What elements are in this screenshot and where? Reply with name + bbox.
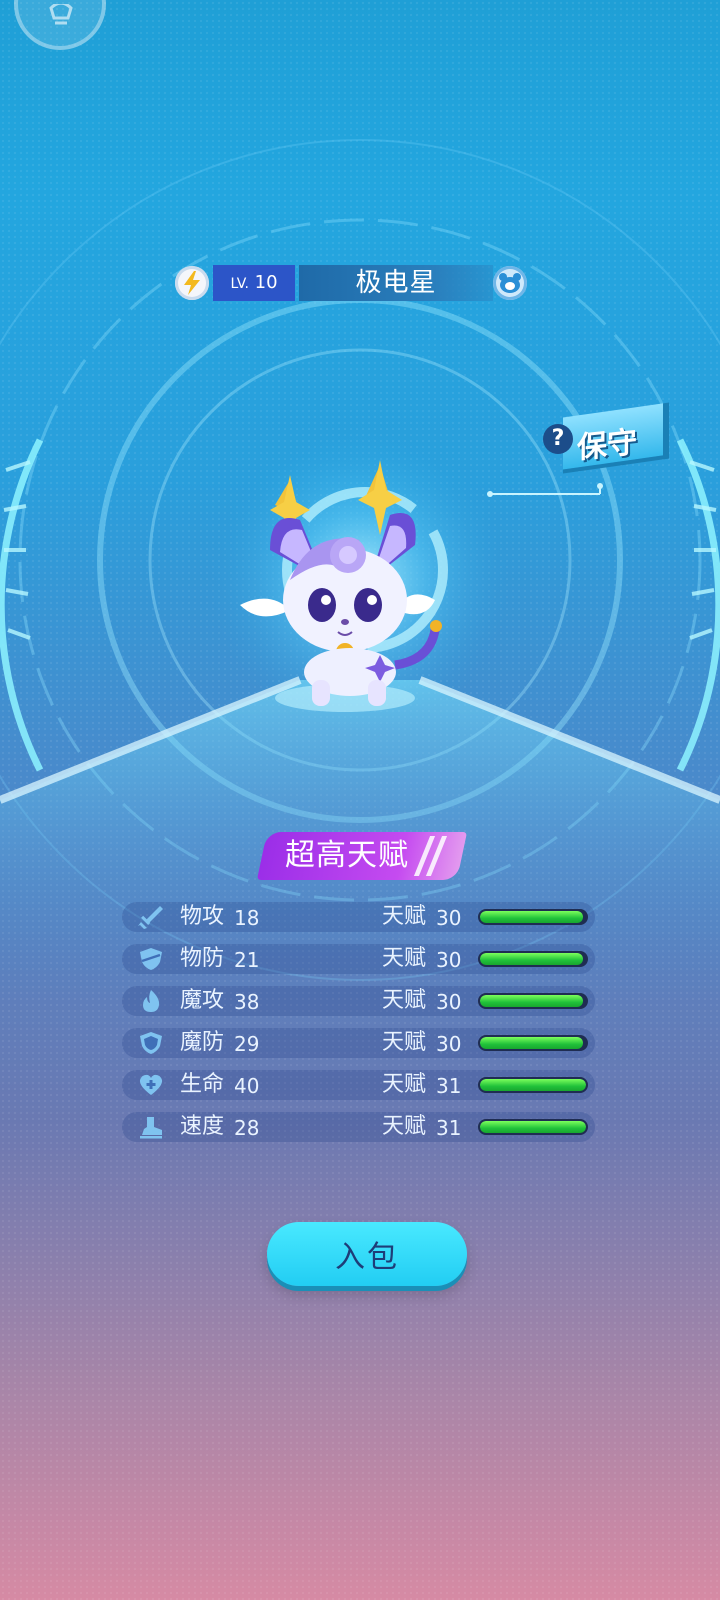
- pet-info-icon[interactable]: [493, 266, 527, 300]
- stat-name: 魔防: [180, 1030, 225, 1055]
- stat-name: 生命: [180, 1072, 225, 1097]
- talent-bar-fill: [480, 1037, 583, 1049]
- stat-name: 速度: [180, 1114, 225, 1139]
- talent-banner: 超高天赋: [256, 832, 468, 880]
- talent-label: 天赋: [382, 1114, 427, 1139]
- level-value: 10: [254, 272, 278, 293]
- talent-value: 31: [436, 1074, 462, 1098]
- magic-shield-icon: [140, 1032, 162, 1054]
- stat-value: 28: [234, 1116, 260, 1140]
- stat-name: 魔攻: [180, 988, 225, 1013]
- talent-bar-fill: [480, 1121, 586, 1133]
- bulb-icon: [49, 4, 73, 25]
- stat-name: 物攻: [180, 904, 225, 929]
- sword-icon: [138, 906, 163, 929]
- stat-value: 38: [234, 990, 260, 1014]
- talent-value: 30: [436, 906, 462, 930]
- nature-badge[interactable]: ? 保守: [543, 402, 669, 474]
- stat-value: 29: [234, 1032, 260, 1056]
- level-badge: LV. 10: [213, 265, 295, 301]
- talent-label: 天赋: [382, 1030, 427, 1055]
- talent-bar-fill: [480, 911, 583, 923]
- help-icon[interactable]: ?: [543, 424, 573, 454]
- stat-row-health: 生命 40 天赋 31: [122, 1070, 595, 1100]
- talent-bar: [478, 1119, 588, 1135]
- stat-value: 21: [234, 948, 260, 972]
- boot-icon: [140, 1117, 162, 1139]
- stat-row-magic-defense: 魔防 29 天赋 30: [122, 1028, 595, 1058]
- stat-row-physical-defense: 物防 21 天赋 30: [122, 944, 595, 974]
- stat-row-physical-attack: 物攻 18 天赋 30: [122, 902, 595, 932]
- stat-value: 40: [234, 1074, 260, 1098]
- pet-sprite[interactable]: [230, 460, 460, 720]
- pet-name: 极电星: [299, 265, 493, 301]
- level-prefix: LV.: [230, 276, 249, 292]
- talent-label: 天赋: [382, 1072, 427, 1097]
- talent-bar-fill: [480, 953, 583, 965]
- talent-bar: [478, 1077, 588, 1093]
- shield-icon: [140, 948, 162, 970]
- add-to-bag-button[interactable]: 入包: [267, 1222, 467, 1286]
- talent-bar-fill: [480, 1079, 586, 1091]
- nature-label: 保守: [577, 424, 637, 467]
- talent-bar: [478, 993, 588, 1009]
- lightning-element-icon: [175, 266, 209, 300]
- heart-plus-icon: [139, 1074, 163, 1095]
- talent-bar: [478, 951, 588, 967]
- talent-label: 天赋: [382, 988, 427, 1013]
- talent-bar: [478, 1035, 588, 1051]
- talent-value: 30: [436, 1032, 462, 1056]
- stat-row-magic-attack: 魔攻 38 天赋 30: [122, 986, 595, 1016]
- talent-value: 30: [436, 948, 462, 972]
- talent-label: 天赋: [382, 904, 427, 929]
- flame-icon: [143, 990, 160, 1012]
- talent-value: 31: [436, 1116, 462, 1140]
- talent-bar-fill: [480, 995, 583, 1007]
- talent-label: 天赋: [382, 946, 427, 971]
- talent-bar: [478, 909, 588, 925]
- stat-value: 18: [234, 906, 260, 930]
- talent-value: 30: [436, 990, 462, 1014]
- pet-name-bar: LV. 10 极电星: [175, 264, 527, 304]
- background-scene: [0, 139, 720, 1000]
- talent-banner-label: 超高天赋: [285, 838, 409, 873]
- stats-list: 物攻 18 天赋 30 物防 21 天赋 30 魔攻 38 天赋 30 魔防 2…: [122, 902, 595, 1154]
- stat-row-speed: 速度 28 天赋 31: [122, 1112, 595, 1142]
- stat-name: 物防: [180, 946, 225, 971]
